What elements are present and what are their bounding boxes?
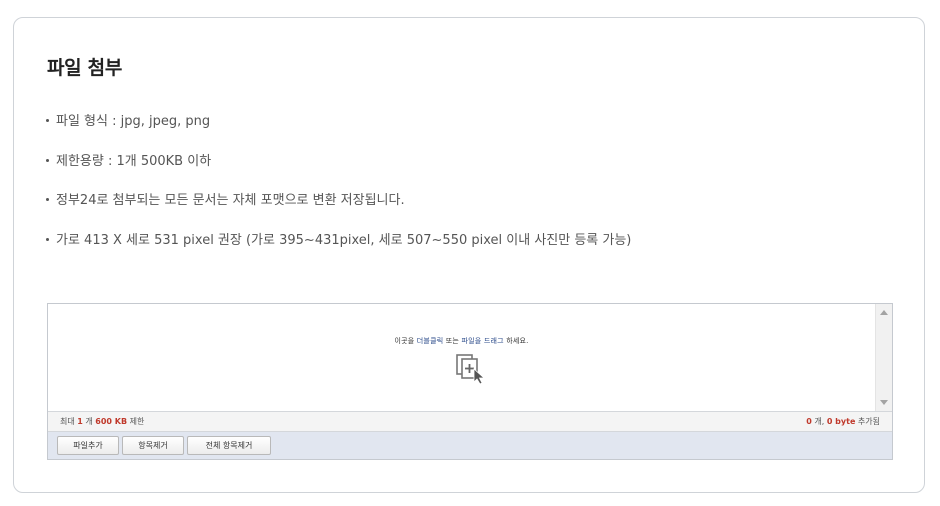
- drop-instructions: 이곳을 더블클릭 또는 파일을 드래그 하세요.: [48, 336, 875, 346]
- uploader-toolbar: 파일추가 항목제거 전체 항목제거: [48, 432, 892, 459]
- add-file-button[interactable]: 파일추가: [57, 436, 119, 455]
- limit-unit: 개: [82, 417, 96, 426]
- remove-item-button[interactable]: 항목제거: [122, 436, 184, 455]
- current-suffix: 추가됨: [855, 417, 880, 426]
- note-item: 제한용량 : 1개 500KB 이하: [44, 154, 631, 194]
- attachment-card: 파일 첨부 파일 형식 : jpg, jpeg, png 제한용량 : 1개 5…: [13, 17, 925, 493]
- note-item: 정부24로 첨부되는 모든 문서는 자체 포맷으로 변환 저장됩니다.: [44, 193, 631, 233]
- file-uploader: 이곳을 더블클릭 또는 파일을 드래그 하세요. 최대 1 개 600 KB 제…: [47, 303, 893, 460]
- current-unit: 개,: [811, 417, 827, 426]
- add-file-icon: [456, 354, 486, 385]
- drop-text-highlight: 파일을 드래그: [461, 337, 504, 345]
- note-item: 가로 413 X 세로 531 pixel 권장 (가로 395~431pixe…: [44, 233, 631, 273]
- scroll-down-arrow-icon[interactable]: [880, 400, 888, 405]
- file-drop-zone[interactable]: 이곳을 더블클릭 또는 파일을 드래그 하세요.: [48, 304, 875, 411]
- drop-text-part: 또는: [443, 337, 462, 345]
- drop-text-highlight: 더블클릭: [416, 337, 444, 345]
- limit-suffix: 제한: [127, 417, 145, 426]
- current-size: 0 byte: [826, 417, 856, 426]
- notes-list: 파일 형식 : jpg, jpeg, png 제한용량 : 1개 500KB 이…: [44, 114, 631, 272]
- limit-label: 최대: [60, 417, 78, 426]
- limit-size: 600 KB: [95, 417, 128, 426]
- drop-text-part: 이곳을: [394, 337, 417, 345]
- drop-text-part: 하세요.: [503, 337, 529, 345]
- note-item: 파일 형식 : jpg, jpeg, png: [44, 114, 631, 154]
- upload-status-bar: 최대 1 개 600 KB 제한 0 개, 0 byte 추가됨: [48, 411, 892, 432]
- upload-current-text: 0 개, 0 byte 추가됨: [806, 412, 880, 431]
- scroll-up-arrow-icon[interactable]: [880, 310, 888, 315]
- remove-all-items-button[interactable]: 전체 항목제거: [187, 436, 271, 455]
- upload-limit-text: 최대 1 개 600 KB 제한: [60, 412, 144, 431]
- drop-zone-scrollbar[interactable]: [875, 304, 892, 411]
- section-title: 파일 첨부: [47, 57, 123, 79]
